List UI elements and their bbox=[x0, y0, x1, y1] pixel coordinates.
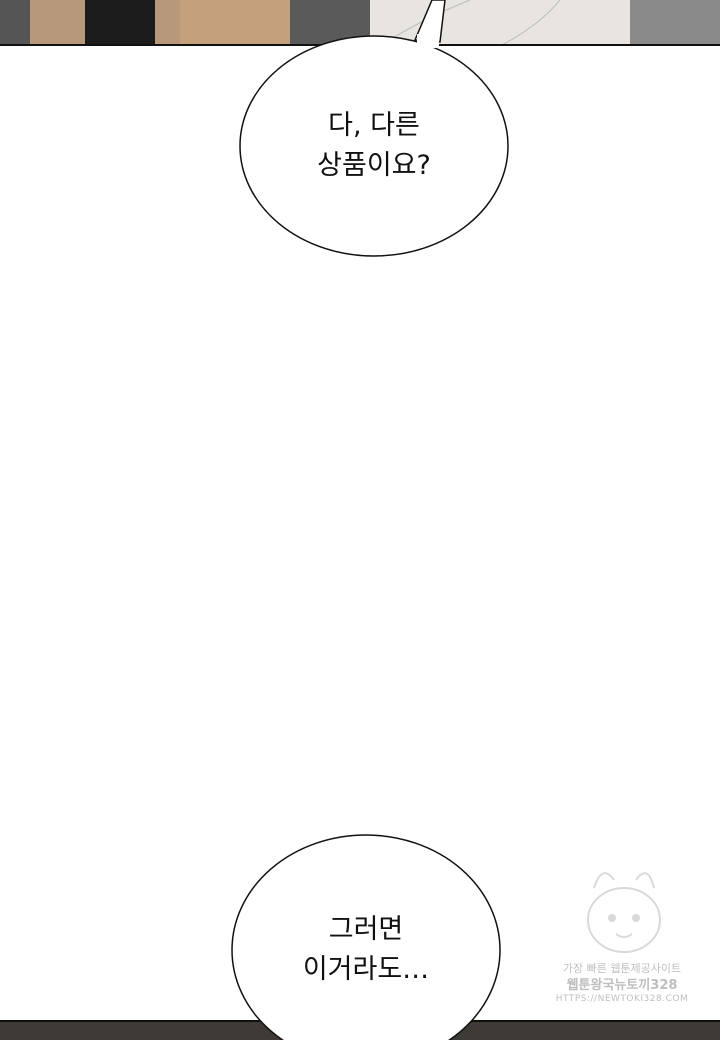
watermark-site-name: 웹툰왕국뉴토끼328 bbox=[566, 978, 678, 993]
dialogue-line: 이거라도… bbox=[302, 954, 430, 985]
dialogue-line: 다, 다른 bbox=[328, 110, 420, 141]
mascot-logo-icon bbox=[587, 872, 661, 953]
speech-bubble-2-text: 그러면 이거라도… bbox=[266, 910, 466, 990]
watermark-url: HTTPS://NEWTOKI328.COM bbox=[555, 994, 689, 1004]
speech-bubble-1-text: 다, 다른 상품이요? bbox=[274, 106, 474, 186]
site-watermark: 가장 빠른 웹툰제공사이트 웹툰왕국뉴토끼328 HTTPS://NEWTOKI… bbox=[552, 858, 692, 1004]
dialogue-line: 상품이요? bbox=[317, 150, 431, 181]
dialogue-line: 그러면 bbox=[328, 914, 404, 945]
